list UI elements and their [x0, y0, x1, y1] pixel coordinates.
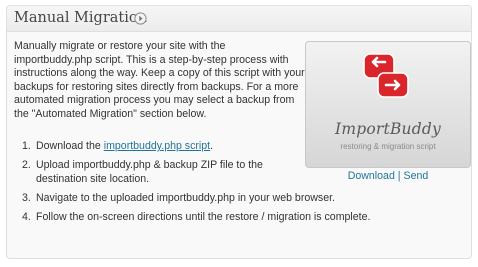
step-number: 3.	[22, 192, 31, 204]
link-separator: |	[397, 170, 401, 182]
step-number: 4.	[22, 211, 31, 223]
circle-arrow-right-icon[interactable]	[134, 12, 147, 25]
panel-header: Manual Migration	[7, 6, 471, 32]
step-text: Download the importbuddy.php script.	[36, 140, 213, 154]
importbuddy-script-link[interactable]: importbuddy.php script	[104, 140, 210, 152]
promo-actions: Download | Send	[305, 170, 471, 182]
promo-tagline: restoring & migration script	[340, 142, 436, 151]
download-link[interactable]: Download	[348, 170, 395, 182]
step-text: Follow the on-screen directions until th…	[36, 211, 371, 223]
step-number: 1.	[22, 140, 31, 152]
step-suffix: .	[210, 140, 214, 152]
importbuddy-promo-box[interactable]: ImportBuddy restoring & migration script	[305, 41, 471, 168]
step-prefix: Download the	[36, 140, 104, 152]
panel-title: Manual Migration	[14, 10, 147, 26]
send-link[interactable]: Send	[404, 170, 429, 182]
step-text: Navigate to the uploaded importbuddy.php…	[36, 192, 335, 204]
manual-migration-panel: Manual Migration Manually migrate or res…	[6, 5, 472, 259]
promo-product-name: ImportBuddy	[335, 120, 441, 138]
step-text-line1: Upload importbuddy.php & backup ZIP file…	[36, 159, 263, 171]
step-number: 2.	[22, 159, 31, 171]
step-text-line2: destination site location.	[36, 173, 150, 185]
importbuddy-logo-icon	[363, 53, 409, 98]
intro-paragraph: Manually migrate or restore your site wi…	[14, 40, 305, 120]
